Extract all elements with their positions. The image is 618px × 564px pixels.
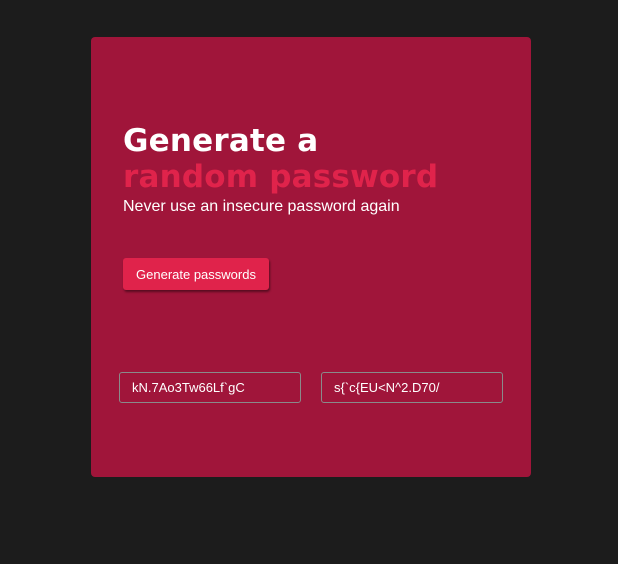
password-output-2[interactable]: s{`c{EU<N^2.D70/ — [321, 372, 503, 403]
headline: Generate a random password — [123, 123, 438, 195]
password-output-1[interactable]: kN.7Ao3Tw66Lf`gC — [119, 372, 301, 403]
headline-line-1: Generate a — [123, 123, 319, 159]
password-generator-card: Generate a random password Never use an … — [91, 37, 531, 477]
headline-line-2-accent: random password — [123, 159, 439, 195]
subtitle: Never use an insecure password again — [123, 198, 400, 215]
app-viewport: Generate a random password Never use an … — [0, 0, 618, 564]
generate-passwords-button[interactable]: Generate passwords — [123, 258, 269, 290]
